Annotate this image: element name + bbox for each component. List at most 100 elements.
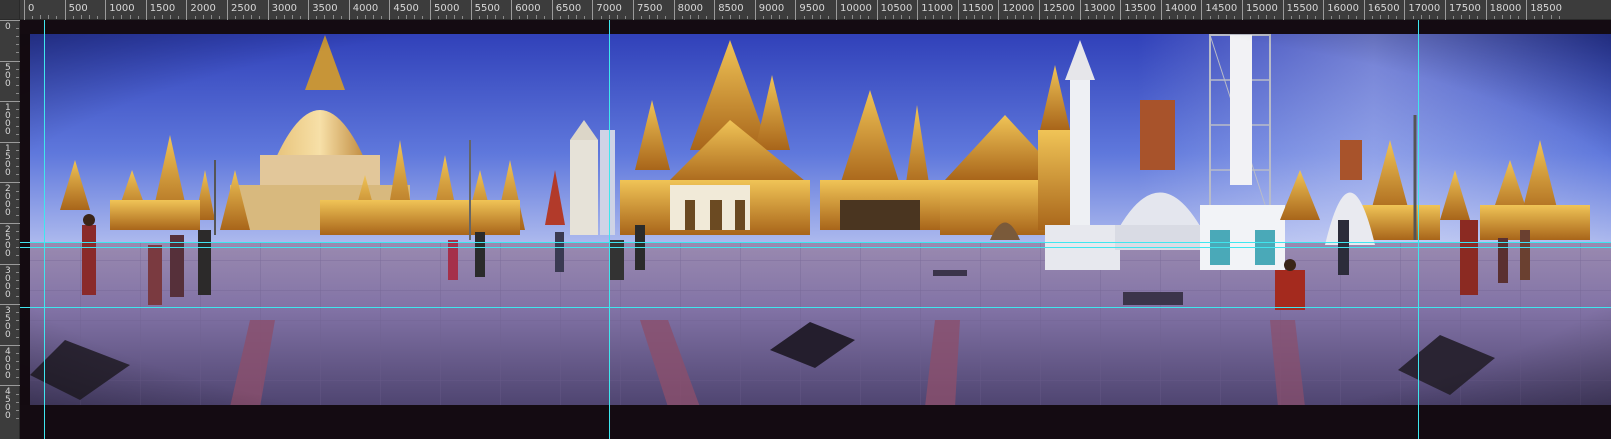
document-canvas[interactable] bbox=[20, 20, 1611, 439]
horizontal-guide[interactable] bbox=[20, 242, 1611, 243]
vertical-guide[interactable] bbox=[44, 20, 45, 439]
ruler-minor-tick bbox=[259, 16, 261, 19]
ruler-minor-tick bbox=[373, 15, 375, 19]
ruler-minor-tick bbox=[40, 15, 42, 19]
ruler-minor-tick bbox=[892, 15, 894, 19]
ruler-minor-tick bbox=[1233, 16, 1235, 19]
ruler-major-tick: 3500 bbox=[308, 0, 338, 20]
ruler-tick-label: 3000 bbox=[271, 3, 298, 14]
ruler-major-tick: 13000 bbox=[1079, 0, 1115, 20]
horizontal-guide[interactable] bbox=[20, 247, 1611, 248]
ruler-major-tick: 4500 bbox=[0, 385, 20, 421]
ruler-minor-tick bbox=[1380, 15, 1382, 19]
ruler-tick-label: 8000 bbox=[677, 3, 704, 14]
ruler-minor-tick bbox=[1412, 16, 1414, 19]
ruler-major-tick: 4500 bbox=[389, 0, 419, 20]
ruler-minor-tick bbox=[868, 16, 870, 19]
ruler-minor-tick bbox=[1339, 15, 1341, 19]
ruler-major-tick: 15500 bbox=[1282, 0, 1318, 20]
ruler-tick-label: 12500 bbox=[1043, 3, 1075, 14]
ruler-minor-tick bbox=[340, 16, 342, 19]
ruler-major-tick: 500 bbox=[0, 60, 20, 88]
ruler-minor-tick bbox=[494, 15, 496, 19]
ruler-minor-tick bbox=[16, 336, 19, 338]
ruler-tick-label: 14500 bbox=[1205, 3, 1238, 14]
ruler-major-tick: 0 bbox=[24, 0, 34, 20]
ruler-major-tick: 12500 bbox=[1039, 0, 1075, 20]
ruler-minor-tick bbox=[1152, 16, 1154, 19]
horizontal-ruler[interactable]: 0 500 1000 1500 2000 2500 3000 3500 4000 4500 5000… bbox=[0, 0, 1611, 20]
ruler-major-tick: 16500 bbox=[1363, 0, 1400, 20]
ruler-minor-tick bbox=[16, 287, 19, 289]
ruler-minor-tick bbox=[1055, 15, 1057, 19]
ruler-minor-tick bbox=[16, 255, 19, 257]
ruler-minor-tick bbox=[1550, 15, 1552, 19]
vertical-guide[interactable] bbox=[1418, 20, 1419, 439]
ruler-minor-tick bbox=[681, 16, 683, 19]
ruler-minor-tick bbox=[827, 16, 829, 19]
ruler-minor-tick bbox=[16, 247, 19, 249]
ruler-minor-tick bbox=[356, 16, 358, 19]
horizontal-guide[interactable] bbox=[20, 307, 1611, 308]
ruler-minor-tick bbox=[1477, 16, 1479, 19]
ruler-minor-tick bbox=[1258, 15, 1260, 19]
vertical-ruler[interactable]: 0 500 1000 1500 2000 2500 3000 3500 4000 4500 bbox=[0, 0, 20, 439]
ruler-minor-tick bbox=[137, 16, 139, 19]
ruler-tick-label: 5000 bbox=[434, 3, 460, 14]
ruler-minor-tick bbox=[657, 15, 659, 19]
ruler-minor-tick bbox=[1006, 16, 1008, 19]
ruler-minor-tick bbox=[486, 15, 488, 19]
ruler-major-tick: 15000 bbox=[1242, 0, 1278, 20]
ruler-tick-label: 7000 bbox=[596, 3, 622, 14]
ruler-minor-tick bbox=[909, 16, 911, 19]
ruler-major-tick: 500 bbox=[64, 0, 88, 20]
ruler-minor-tick bbox=[1315, 16, 1317, 19]
ruler-tick-label: 9500 bbox=[799, 3, 825, 14]
ruler-minor-tick bbox=[235, 16, 237, 19]
ruler-minor-tick bbox=[1168, 16, 1170, 19]
ruler-minor-tick bbox=[787, 16, 789, 19]
ruler-minor-tick bbox=[1347, 15, 1349, 19]
ruler-minor-tick bbox=[16, 36, 19, 38]
ruler-minor-tick bbox=[1461, 15, 1463, 19]
ruler-minor-tick bbox=[706, 16, 708, 19]
ruler-minor-tick bbox=[1095, 15, 1097, 19]
ruler-major-tick: 10500 bbox=[876, 0, 912, 20]
ruler-minor-tick bbox=[16, 84, 19, 86]
ruler-minor-tick bbox=[1193, 16, 1195, 19]
ruler-minor-tick bbox=[649, 15, 651, 19]
ruler-tick-label: 3500 bbox=[312, 3, 338, 14]
ruler-minor-tick bbox=[568, 15, 570, 19]
ruler-minor-tick bbox=[1136, 15, 1138, 19]
ruler-minor-tick bbox=[16, 361, 19, 363]
ruler-minor-tick bbox=[1030, 16, 1032, 19]
ruler-major-tick: 11500 bbox=[957, 0, 994, 20]
ruler-minor-tick bbox=[584, 16, 586, 19]
ruler-minor-tick bbox=[1493, 16, 1495, 19]
ruler-major-tick: 2500 bbox=[227, 0, 256, 20]
ruler-minor-tick bbox=[446, 15, 448, 19]
ruler-minor-tick bbox=[1290, 16, 1292, 19]
ruler-major-tick: 4000 bbox=[0, 344, 20, 380]
ruler-tick-label: 11000 bbox=[921, 3, 953, 14]
ruler-tick-label: 1000 bbox=[109, 3, 135, 14]
ruler-minor-tick bbox=[1542, 15, 1544, 19]
ruler-tick-label: 15500 bbox=[1286, 3, 1319, 14]
ruler-minor-tick bbox=[16, 409, 19, 411]
ruler-minor-tick bbox=[559, 16, 561, 19]
ruler-tick-label: 12000 bbox=[1002, 3, 1035, 14]
ruler-major-tick: 7000 bbox=[592, 0, 622, 20]
ruler-minor-tick bbox=[16, 206, 19, 208]
ruler-minor-tick bbox=[576, 15, 578, 19]
ruler-minor-tick bbox=[421, 16, 423, 19]
ruler-minor-tick bbox=[738, 15, 740, 19]
ruler-minor-tick bbox=[1420, 15, 1422, 19]
ruler-major-tick: 12000 bbox=[998, 0, 1034, 20]
vertical-guide[interactable] bbox=[609, 20, 610, 439]
ruler-origin-corner[interactable] bbox=[0, 0, 20, 20]
ruler-major-tick: 5000 bbox=[430, 0, 459, 20]
ruler-minor-tick bbox=[16, 93, 19, 95]
ruler-major-tick: 2500 bbox=[0, 223, 20, 259]
ruler-minor-tick bbox=[1071, 16, 1073, 19]
ruler-minor-tick bbox=[16, 328, 19, 330]
